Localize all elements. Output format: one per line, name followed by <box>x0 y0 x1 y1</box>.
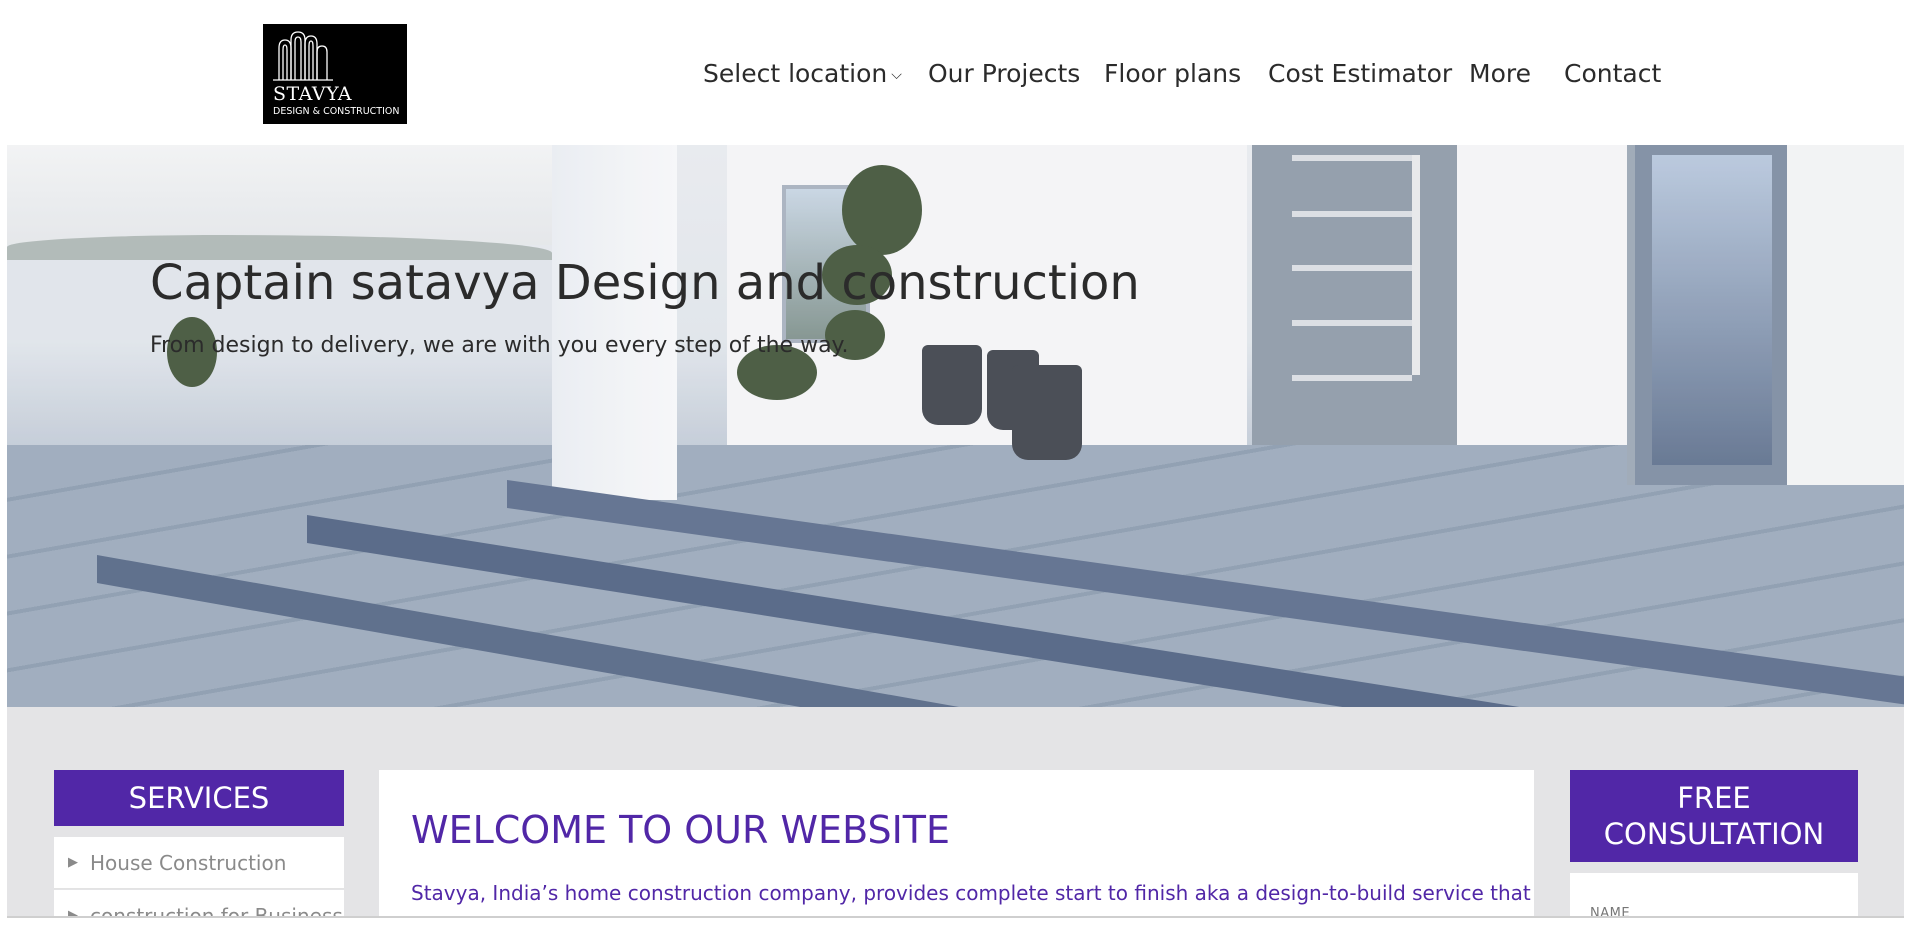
content-section: SERVICES ▶ House Construction ▶ construc… <box>7 707 1904 917</box>
hero-subtitle: From design to delivery, we are with you… <box>150 333 849 358</box>
welcome-title: WELCOME TO OUR WEBSITE <box>411 808 951 852</box>
consultation-heading-line1: FREE <box>1677 781 1751 815</box>
service-item-construction-for-business[interactable]: ▶ construction for Business <box>54 890 344 917</box>
consultation-heading: FREE CONSULTATION <box>1570 770 1858 862</box>
site-logo[interactable]: STAVYA DESIGN & CONSTRUCTION <box>263 24 407 124</box>
welcome-text: Stavya, India’s home construction compan… <box>411 881 1531 905</box>
caret-right-icon: ▶ <box>68 908 78 917</box>
building-logo-icon <box>273 31 333 81</box>
hero-title: Captain satavya Design and construction <box>150 255 1140 311</box>
chevron-down-icon: ⌵ <box>891 67 902 83</box>
service-item-house-construction[interactable]: ▶ House Construction <box>54 837 344 889</box>
nav-floor-plans[interactable]: Floor plans <box>1104 54 1241 94</box>
nav-our-projects[interactable]: Our Projects <box>928 54 1080 94</box>
site-header: STAVYA DESIGN & CONSTRUCTION Select loca… <box>0 0 1911 145</box>
nav-more[interactable]: More <box>1469 54 1531 94</box>
nav-cost-estimator[interactable]: Cost Estimator <box>1268 54 1452 94</box>
hero-banner <box>7 145 1904 707</box>
page-bottom-divider <box>7 916 1904 918</box>
consultation-heading-line2: CONSULTATION <box>1603 817 1825 851</box>
service-item-label: House Construction <box>90 851 287 875</box>
logo-tagline: DESIGN & CONSTRUCTION <box>273 106 400 117</box>
caret-right-icon: ▶ <box>68 855 78 870</box>
welcome-panel: WELCOME TO OUR WEBSITE Stavya, India’s h… <box>379 770 1534 917</box>
consultation-form: NAME <box>1570 873 1858 917</box>
nav-contact[interactable]: Contact <box>1564 54 1661 94</box>
logo-wordmark: STAVYA <box>273 83 352 105</box>
nav-select-location[interactable]: Select location ⌵ <box>703 54 902 98</box>
services-heading: SERVICES <box>54 770 344 826</box>
nav-select-location-label: Select location <box>703 59 888 88</box>
